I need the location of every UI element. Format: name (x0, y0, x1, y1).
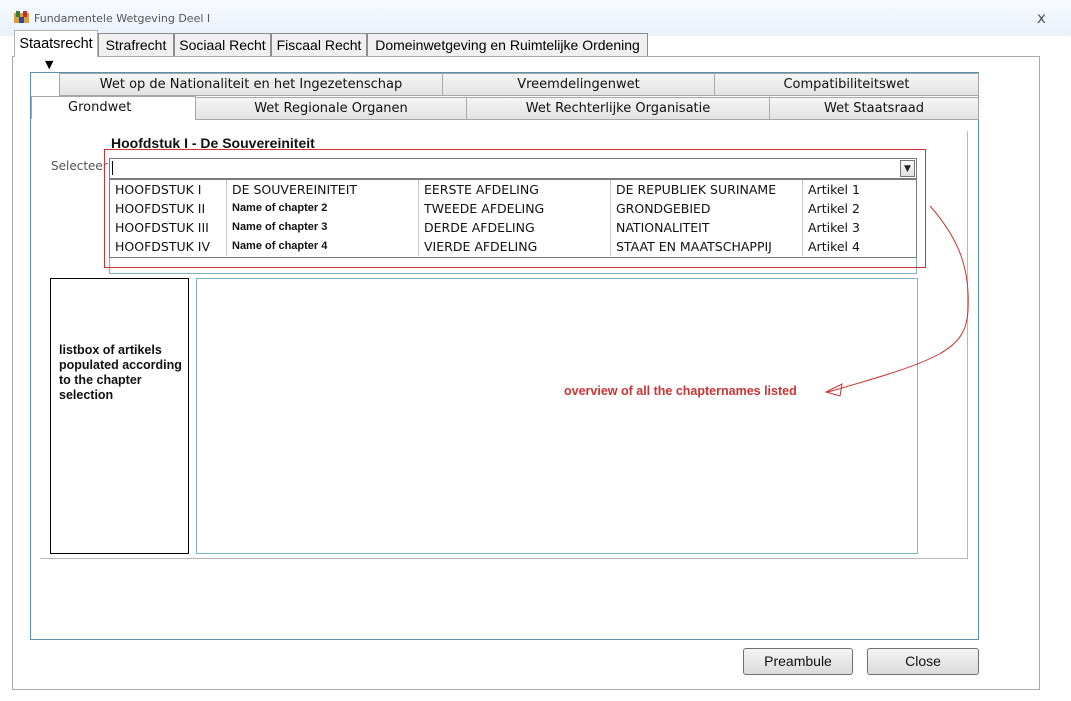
tab-sociaal-recht[interactable]: Sociaal Recht (174, 33, 271, 56)
close-icon[interactable]: x (1037, 9, 1046, 27)
artikel-listbox[interactable] (50, 278, 189, 554)
close-button[interactable]: Close (867, 648, 979, 675)
tab-grondwet[interactable]: Grondwet (31, 96, 196, 119)
tab-fiscaal-recht[interactable]: Fiscaal Recht (271, 33, 367, 56)
arrow-down-icon: ▼ (45, 58, 54, 71)
app-window: Fundamentele Wetgeving Deel I x Staatsre… (0, 0, 1071, 701)
annotation-arrow-icon (824, 205, 969, 397)
tab-wet-rechterlijke-organisatie[interactable]: Wet Rechterlijke Organisatie (466, 97, 770, 120)
tab-compatibiliteitswet[interactable]: Compatibiliteitswet (714, 73, 979, 96)
tab-staatsrecht[interactable]: Staatsrecht (14, 30, 98, 57)
select-label: Selecteer (51, 159, 108, 173)
tab-vreemdelingenwet[interactable]: Vreemdelingenwet (442, 73, 715, 96)
tab-wet-nationaliteit[interactable]: Wet op de Nationaliteit en het Ingezeten… (59, 73, 443, 96)
tab-strafrecht[interactable]: Strafrecht (98, 33, 174, 56)
artikel-text-area[interactable] (196, 278, 918, 554)
annotation-highlight-box (104, 149, 926, 268)
tab-wet-regionale-organen[interactable]: Wet Regionale Organen (195, 97, 467, 120)
listbox-annotation: listbox of artikels populated according … (59, 343, 182, 402)
tab-domeinwetgeving[interactable]: Domeinwetgeving en Ruimtelijke Ordening (367, 33, 648, 56)
app-icon (14, 11, 29, 23)
annotation-text: overview of all the chapternames listed (564, 384, 797, 398)
tab-wet-staatsraad[interactable]: Wet Staatsraad (769, 97, 979, 120)
preambule-button[interactable]: Preambule (743, 648, 853, 675)
window-title: Fundamentele Wetgeving Deel I (34, 12, 211, 25)
